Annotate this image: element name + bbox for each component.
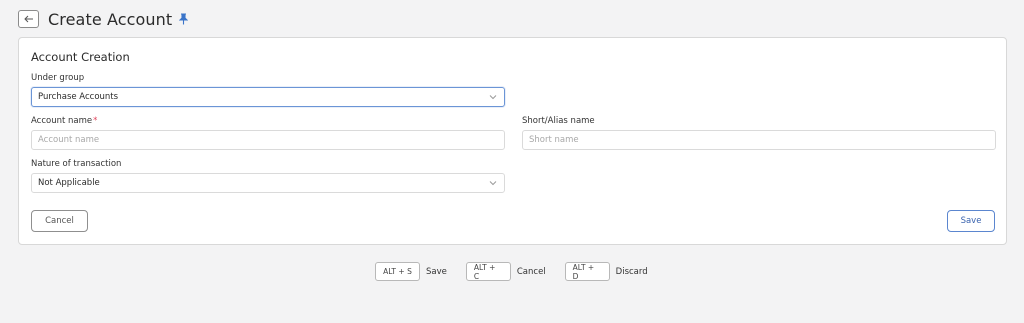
shortcut-label: Cancel xyxy=(516,266,546,277)
shortcut-key: ALT + D xyxy=(564,262,610,281)
shortcut-key: ALT + S xyxy=(375,262,420,281)
page-title: Create Account xyxy=(48,9,173,29)
arrow-left-icon xyxy=(23,15,33,23)
account-name-input[interactable]: Account name xyxy=(31,130,505,150)
page-header: Create Account xyxy=(18,8,189,30)
under-group-label: Under group xyxy=(31,73,85,83)
nature-select[interactable]: Not Applicable xyxy=(31,173,505,193)
shortcut-cancel: ALT + C Cancel xyxy=(465,262,546,281)
form-title: Account Creation xyxy=(31,50,130,64)
account-creation-card: Account Creation Under group Purchase Ac… xyxy=(18,37,1007,245)
under-group-value: Purchase Accounts xyxy=(38,92,119,102)
nature-value: Not Applicable xyxy=(38,178,100,188)
keyboard-shortcuts: ALT + S Save ALT + C Cancel ALT + D Disc… xyxy=(375,262,648,281)
shortcut-key: ALT + C xyxy=(465,262,511,281)
chevron-down-icon xyxy=(489,95,497,100)
nature-label: Nature of transaction xyxy=(31,159,122,169)
account-name-placeholder: Account name xyxy=(38,135,100,145)
required-mark: * xyxy=(93,116,98,126)
short-name-label: Short/Alias name xyxy=(522,116,595,126)
shortcut-label: Discard xyxy=(615,266,648,277)
pin-icon xyxy=(179,13,189,25)
shortcut-discard: ALT + D Discard xyxy=(564,262,648,281)
cancel-button[interactable]: Cancel xyxy=(31,210,88,232)
chevron-down-icon xyxy=(489,181,497,186)
short-name-input[interactable]: Short name xyxy=(522,130,996,150)
shortcut-label: Save xyxy=(426,266,447,277)
back-button[interactable] xyxy=(18,10,39,28)
short-name-placeholder: Short name xyxy=(529,135,579,145)
save-button[interactable]: Save xyxy=(947,210,995,232)
account-name-label: Account name* xyxy=(31,116,98,126)
pin-button[interactable] xyxy=(179,13,189,25)
under-group-select[interactable]: Purchase Accounts xyxy=(31,87,505,107)
shortcut-save: ALT + S Save xyxy=(375,262,447,281)
